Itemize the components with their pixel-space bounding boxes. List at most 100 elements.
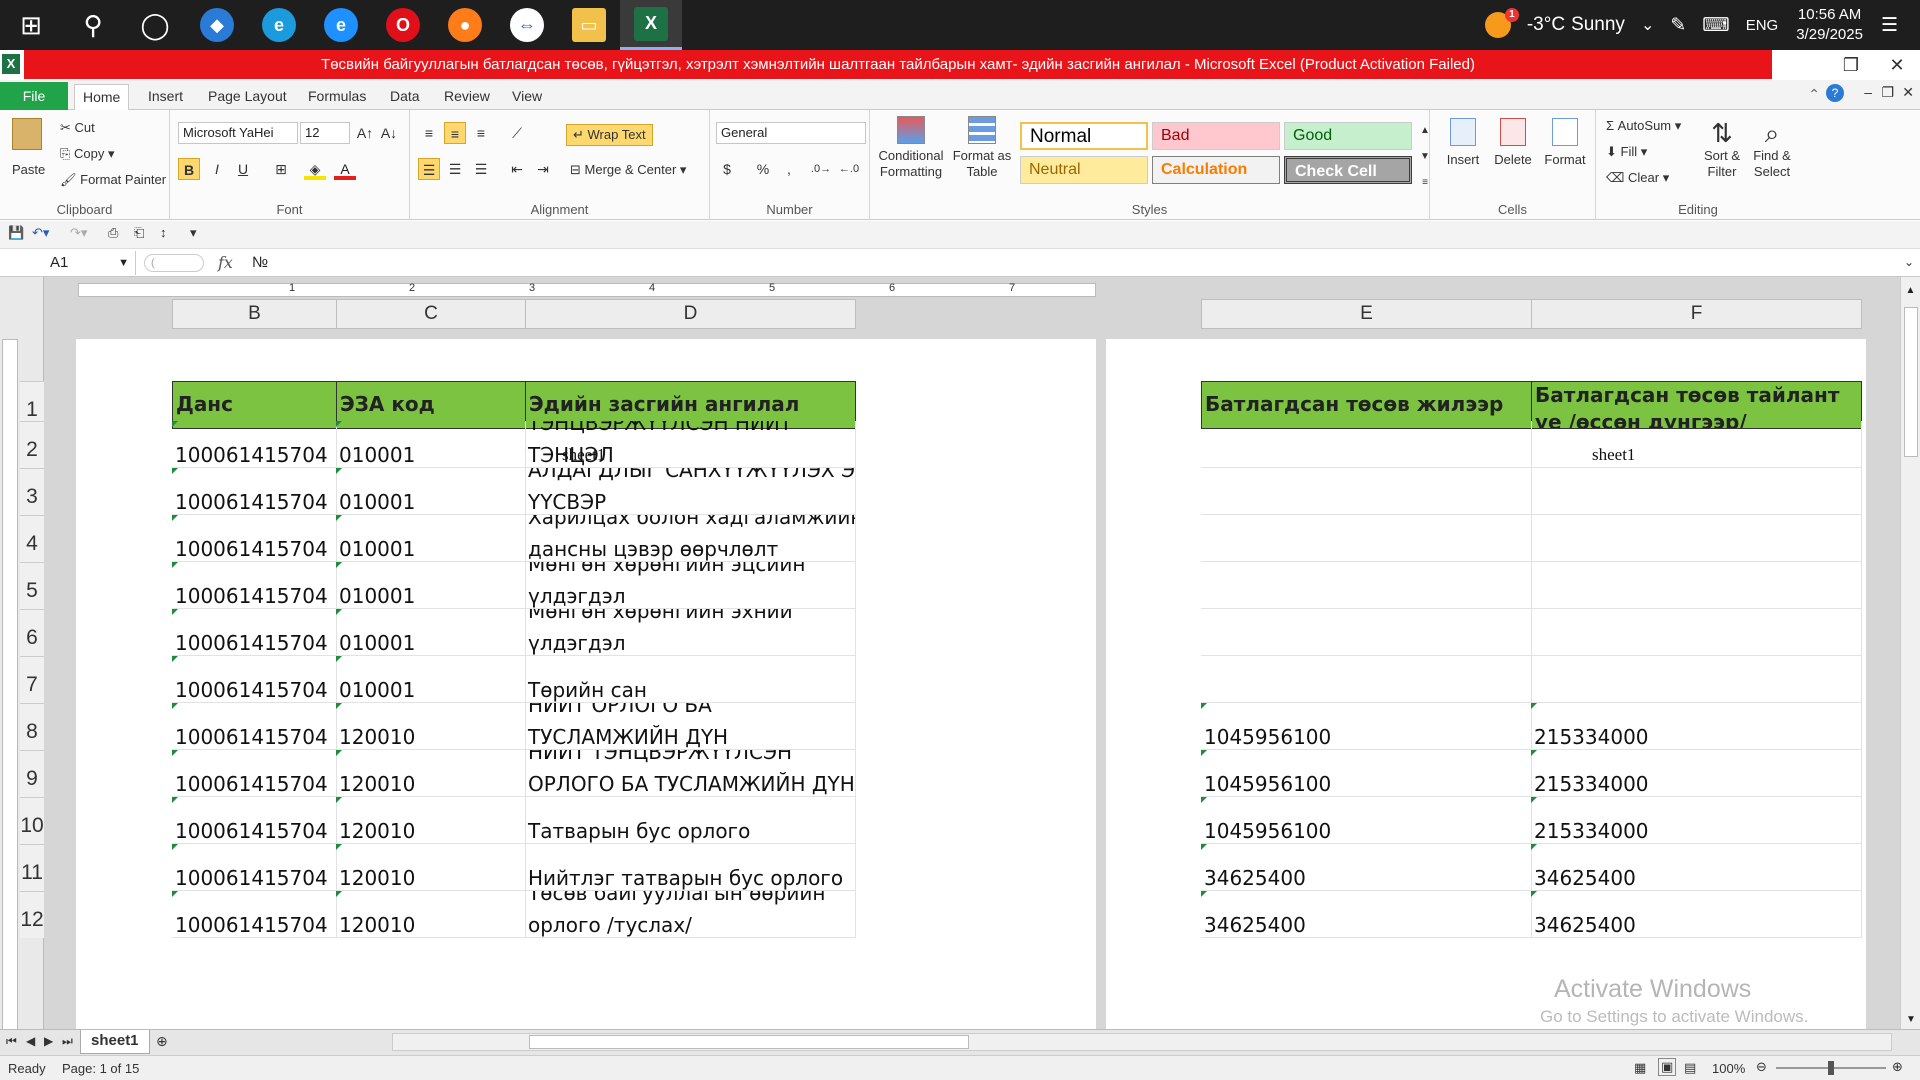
- copy-button[interactable]: ⎘ Copy ▾: [60, 146, 115, 162]
- cell-d[interactable]: Төсөв байгууллагын өөрийн орлого /туслах/: [525, 891, 856, 938]
- taskbar-app-1[interactable]: ◆: [186, 0, 248, 50]
- font-size-combo[interactable]: 12: [300, 122, 350, 144]
- redo-icon[interactable]: ↷▾: [70, 225, 87, 241]
- next-sheet-icon[interactable]: ▶: [44, 1034, 53, 1048]
- cell-f[interactable]: [1531, 656, 1862, 703]
- cell-c[interactable]: 010001: [336, 656, 526, 703]
- cell-b[interactable]: 100061415704: [172, 656, 337, 703]
- cell-f[interactable]: [1531, 421, 1862, 468]
- scroll-down-icon[interactable]: ▼: [1901, 1014, 1920, 1025]
- cell-c[interactable]: 010001: [336, 515, 526, 562]
- cell-b[interactable]: 100061415704: [172, 515, 337, 562]
- chevron-up-icon[interactable]: ⌄: [1641, 15, 1654, 35]
- taskbar-excel[interactable]: X: [620, 0, 682, 50]
- tab-page-layout[interactable]: Page Layout: [200, 84, 295, 110]
- align-center-icon[interactable]: ☰: [444, 158, 466, 180]
- increase-indent-icon[interactable]: ⇥: [532, 158, 554, 180]
- taskbar-firefox[interactable]: ●: [434, 0, 496, 50]
- decrease-decimal-icon[interactable]: ←.0: [838, 158, 860, 180]
- cell-b[interactable]: 100061415704: [172, 703, 337, 750]
- cell-c[interactable]: 120010: [336, 703, 526, 750]
- weather-icon[interactable]: 1: [1484, 8, 1519, 38]
- row-header[interactable]: 11: [20, 844, 44, 891]
- cell-e[interactable]: [1201, 656, 1532, 703]
- cell-c[interactable]: 120010: [336, 750, 526, 797]
- zoom-slider-thumb[interactable]: [1828, 1061, 1834, 1075]
- cell-b[interactable]: 100061415704: [172, 421, 337, 468]
- cell-f[interactable]: 34625400: [1531, 891, 1862, 938]
- borders-icon[interactable]: ⊞: [270, 158, 292, 180]
- tab-formulas[interactable]: Formulas: [300, 84, 374, 110]
- worksheet-area[interactable]: 1234567 sheet1 sheet1 B C D E F Данс ЭЗА …: [0, 277, 1920, 1029]
- horizontal-scrollbar[interactable]: [392, 1033, 1892, 1051]
- column-header-c[interactable]: C: [336, 299, 526, 329]
- clear-button[interactable]: ⌫ Clear ▾: [1606, 170, 1669, 186]
- currency-button[interactable]: $: [716, 158, 738, 180]
- insert-function-button[interactable]: fx: [218, 249, 233, 277]
- shrink-font-icon[interactable]: A↓: [378, 122, 400, 144]
- cell-c[interactable]: 010001: [336, 468, 526, 515]
- style-good[interactable]: Good: [1284, 122, 1412, 150]
- row-header[interactable]: 8: [20, 703, 44, 750]
- cut-button[interactable]: ✂ Cut: [60, 120, 95, 136]
- normal-view-icon[interactable]: ▦: [1634, 1060, 1646, 1076]
- tab-insert[interactable]: Insert: [140, 84, 191, 110]
- cell-d[interactable]: Төрийн сан: [525, 656, 856, 703]
- vertical-scroll-thumb[interactable]: [1904, 307, 1918, 457]
- style-calculation[interactable]: Calculation: [1152, 156, 1280, 184]
- first-sheet-icon[interactable]: ⏮: [6, 1034, 17, 1049]
- window-minimize-icon[interactable]: –: [1864, 84, 1872, 100]
- taskbar-edge[interactable]: e: [248, 0, 310, 50]
- scroll-up-icon[interactable]: ▲: [1901, 285, 1920, 296]
- underline-button[interactable]: U: [232, 158, 254, 180]
- style-normal[interactable]: Normal: [1020, 122, 1148, 150]
- cell-e[interactable]: 34625400: [1201, 891, 1532, 938]
- taskbar-explorer[interactable]: ▭: [558, 0, 620, 50]
- task-view-icon[interactable]: ◯: [124, 0, 186, 50]
- sort-icon[interactable]: ↕: [160, 225, 167, 240]
- merge-center-button[interactable]: ⊟ Merge & Center ▾: [570, 162, 686, 178]
- row-header[interactable]: 5: [20, 562, 44, 609]
- cell-e[interactable]: 34625400: [1201, 844, 1532, 891]
- formula-bar-expander[interactable]: (: [144, 254, 204, 272]
- zoom-slider[interactable]: [1776, 1061, 1886, 1075]
- cell-b[interactable]: 100061415704: [172, 844, 337, 891]
- cell-c[interactable]: 120010: [336, 844, 526, 891]
- align-bottom-icon[interactable]: ≡: [470, 122, 492, 144]
- cell-e[interactable]: 1045956100: [1201, 797, 1532, 844]
- notification-icon[interactable]: ☰: [1881, 14, 1898, 37]
- row-header[interactable]: 9: [20, 750, 44, 797]
- cell-e[interactable]: [1201, 515, 1532, 562]
- tab-data[interactable]: Data: [382, 84, 428, 110]
- zoom-in-icon[interactable]: ⊕: [1892, 1059, 1903, 1075]
- tab-file[interactable]: File: [0, 82, 68, 110]
- name-box-dropdown-icon[interactable]: ▼: [118, 251, 129, 275]
- insert-cells-button[interactable]: Insert: [1438, 118, 1488, 167]
- cell-d[interactable]: Харилцах болон хадгаламжийн дансны цэвэр …: [525, 515, 856, 562]
- window-restore-icon[interactable]: ❐: [1881, 84, 1894, 101]
- row-header[interactable]: 3: [20, 468, 44, 515]
- align-middle-icon[interactable]: ≡: [444, 122, 466, 144]
- cell-b[interactable]: 100061415704: [172, 609, 337, 656]
- page-break-view-icon[interactable]: ▤: [1684, 1060, 1696, 1076]
- fill-button[interactable]: ⬇ Fill ▾: [1606, 144, 1647, 160]
- close-button[interactable]: ✕: [1874, 50, 1920, 80]
- tab-view[interactable]: View: [504, 84, 550, 110]
- cell-b[interactable]: 100061415704: [172, 750, 337, 797]
- tab-home[interactable]: Home: [74, 84, 130, 111]
- cell-f[interactable]: 215334000: [1531, 750, 1862, 797]
- align-left-icon[interactable]: ☰: [418, 158, 440, 180]
- delete-cells-button[interactable]: Delete: [1488, 118, 1538, 167]
- row-header[interactable]: 10: [20, 797, 44, 844]
- save-icon[interactable]: 💾: [8, 225, 24, 241]
- cell-f[interactable]: [1531, 609, 1862, 656]
- style-neutral[interactable]: Neutral: [1020, 156, 1148, 184]
- percent-button[interactable]: %: [752, 158, 774, 180]
- cell-e[interactable]: [1201, 609, 1532, 656]
- taskbar-opera[interactable]: O: [372, 0, 434, 50]
- format-as-table-button[interactable]: Format as Table: [950, 116, 1014, 180]
- cell-c[interactable]: 120010: [336, 891, 526, 938]
- restore-button[interactable]: ❐: [1828, 50, 1874, 80]
- cell-d[interactable]: Татварын бус орлого: [525, 797, 856, 844]
- cell-f[interactable]: 34625400: [1531, 844, 1862, 891]
